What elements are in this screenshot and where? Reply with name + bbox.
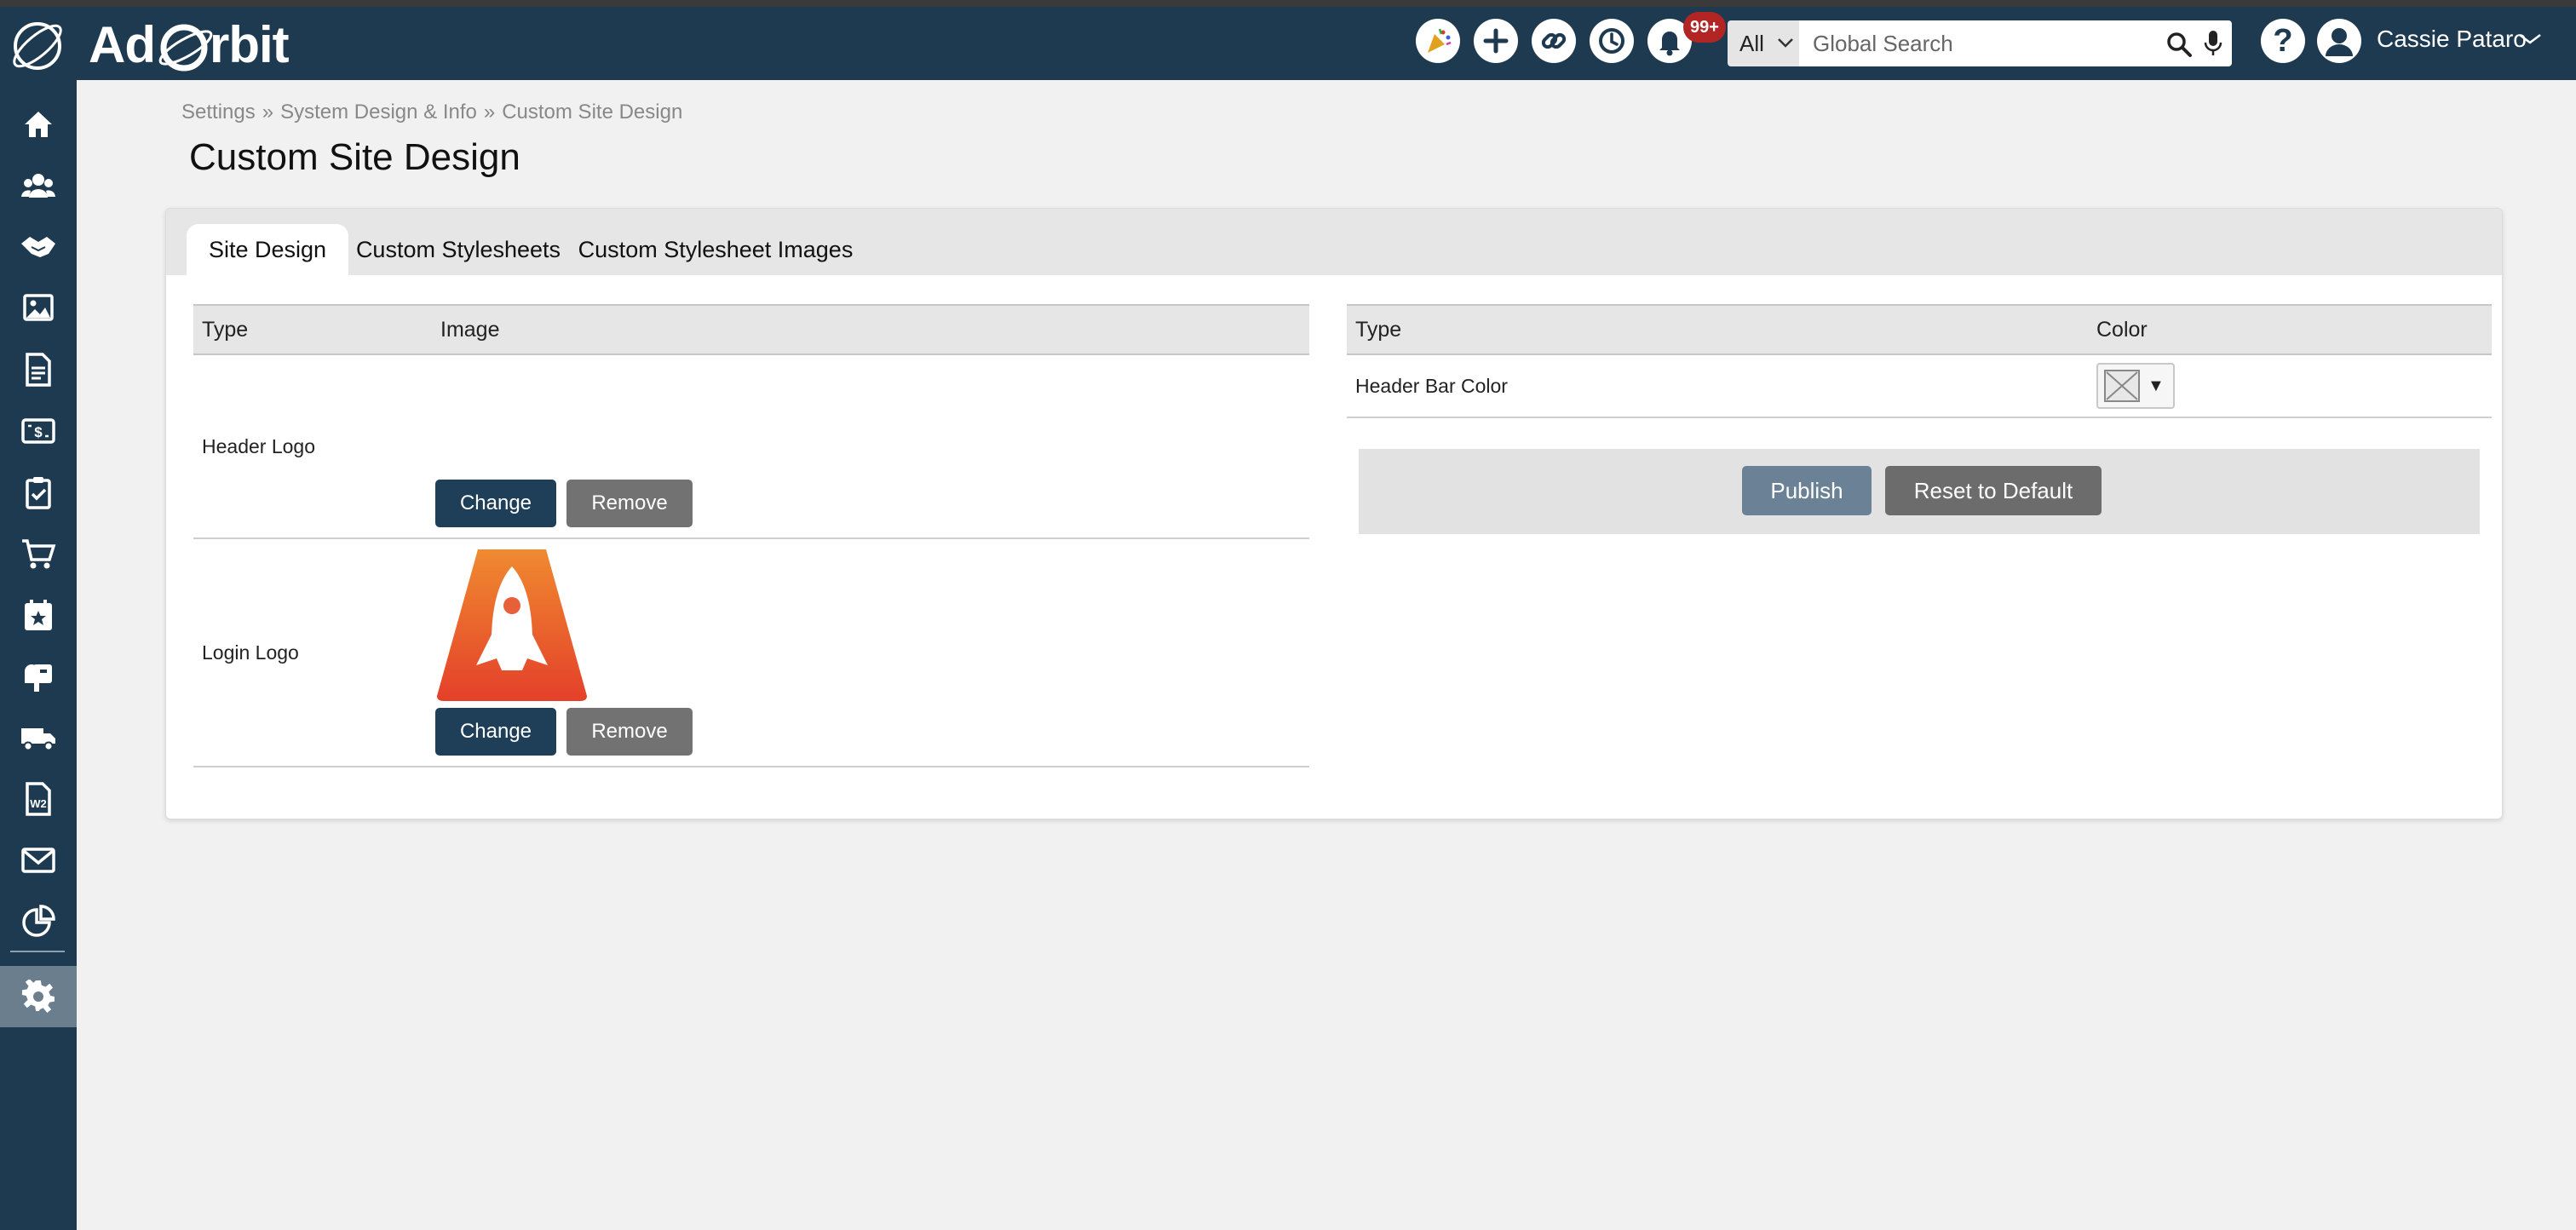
sidebar-divider (10, 951, 65, 952)
global-search-box (1799, 20, 2232, 66)
action-bar: Publish Reset to Default (1359, 449, 2480, 534)
table-row: Login Logo Change Remove (193, 538, 1309, 767)
mailbox-icon[interactable] (0, 646, 77, 707)
row-type-header-bar-color: Header Bar Color (1347, 354, 2088, 418)
delivery-icon[interactable] (0, 707, 77, 768)
email-icon[interactable] (0, 830, 77, 891)
history-icon[interactable] (1590, 19, 1634, 63)
tab-custom-stylesheet-images[interactable]: Custom Stylesheet Images (575, 224, 856, 275)
table-header-row: Type Image (193, 304, 1309, 355)
header-logo-change-button[interactable]: Change (435, 480, 556, 527)
row-type-login-logo: Login Logo (193, 538, 432, 767)
breadcrumb-settings[interactable]: Settings (181, 101, 256, 124)
logo-images-table: Type Image Header Logo Change Remove Logi… (193, 304, 1309, 767)
brand-orbit-o-icon (158, 19, 213, 72)
home-icon[interactable] (0, 94, 77, 155)
global-search-input[interactable] (1813, 20, 2153, 66)
color-picker-arrow-icon: ▼ (2148, 376, 2165, 395)
tab-custom-stylesheets[interactable]: Custom Stylesheets (354, 224, 563, 275)
microphone-icon[interactable] (2203, 29, 2223, 58)
link-icon[interactable] (1532, 19, 1576, 63)
search-scope-select[interactable]: All (1728, 20, 1799, 66)
row-color-cell: ▼ (2088, 354, 2492, 418)
column-header-type: Type (193, 304, 432, 355)
rocket-logo-image (437, 549, 587, 701)
brand-prefix: Ad (89, 15, 156, 73)
user-name[interactable]: Cassie Pataro (2377, 26, 2527, 53)
chevron-down-icon (1778, 38, 1793, 48)
breadcrumb-separator: » (483, 101, 496, 124)
row-image-cell: Change Remove (432, 354, 1309, 539)
row-image-cell: Change Remove (432, 538, 1309, 767)
column-header-image: Image (432, 304, 1309, 355)
orbit-globe-icon[interactable] (9, 17, 66, 75)
brand-logo[interactable]: Ad rbit (89, 15, 290, 73)
window-top-strip (0, 0, 2576, 7)
row-type-header-logo: Header Logo (193, 354, 432, 539)
search-icon[interactable] (2165, 31, 2193, 58)
column-header-type: Type (1347, 304, 2088, 355)
svg-text:W2: W2 (30, 797, 47, 810)
tab-bar: Site Design Custom Stylesheets Custom St… (166, 209, 2502, 275)
login-logo-remove-button[interactable]: Remove (566, 708, 693, 756)
table-row: Header Logo Change Remove (193, 354, 1309, 539)
column-header-color: Color (2088, 304, 2492, 355)
gallery-icon[interactable] (0, 278, 77, 339)
header-logo-remove-button[interactable]: Remove (566, 480, 693, 527)
tab-site-design[interactable]: Site Design (187, 224, 348, 275)
deals-icon[interactable] (0, 216, 77, 278)
login-logo-change-button[interactable]: Change (435, 708, 556, 756)
page-title: Custom Site Design (189, 136, 520, 178)
breadcrumb: Settings » System Design & Info » Custom Sit… (181, 101, 682, 124)
tasks-icon[interactable] (0, 462, 77, 523)
sidebar: $ W2 (0, 80, 77, 1230)
svg-text:$: $ (34, 424, 43, 440)
publish-button[interactable]: Publish (1742, 466, 1872, 515)
contacts-icon[interactable] (0, 155, 77, 216)
breadcrumb-separator: » (262, 101, 274, 124)
reset-to-default-button[interactable]: Reset to Default (1885, 466, 2102, 515)
table-header-row: Type Color (1347, 304, 2492, 355)
events-icon[interactable] (0, 584, 77, 646)
analytics-icon[interactable] (0, 891, 77, 952)
search-scope-value: All (1739, 30, 1764, 56)
colors-table: Type Color Header Bar Color ▼ (1347, 304, 2492, 418)
billing-icon[interactable]: $ (0, 400, 77, 462)
reports-icon[interactable] (0, 339, 77, 400)
table-row: Header Bar Color ▼ (1347, 354, 2492, 418)
notification-badge: 99+ (1683, 12, 1726, 43)
chevron-down-icon[interactable] (2518, 32, 2542, 46)
header-bar-color-picker[interactable]: ▼ (2096, 363, 2175, 409)
site-design-panel: Site Design Custom Stylesheets Custom St… (165, 208, 2503, 819)
party-icon[interactable] (1416, 19, 1460, 63)
empty-color-swatch-icon (2104, 370, 2140, 402)
help-button[interactable]: ? (2261, 19, 2305, 63)
w2-icon[interactable]: W2 (0, 768, 77, 830)
plus-icon[interactable] (1474, 19, 1518, 63)
settings-icon[interactable] (0, 966, 77, 1027)
brand-suffix: rbit (209, 15, 290, 73)
orders-icon[interactable] (0, 523, 77, 584)
breadcrumb-current: Custom Site Design (502, 101, 683, 124)
breadcrumb-system-design[interactable]: System Design & Info (280, 101, 477, 124)
user-avatar[interactable] (2317, 19, 2361, 63)
